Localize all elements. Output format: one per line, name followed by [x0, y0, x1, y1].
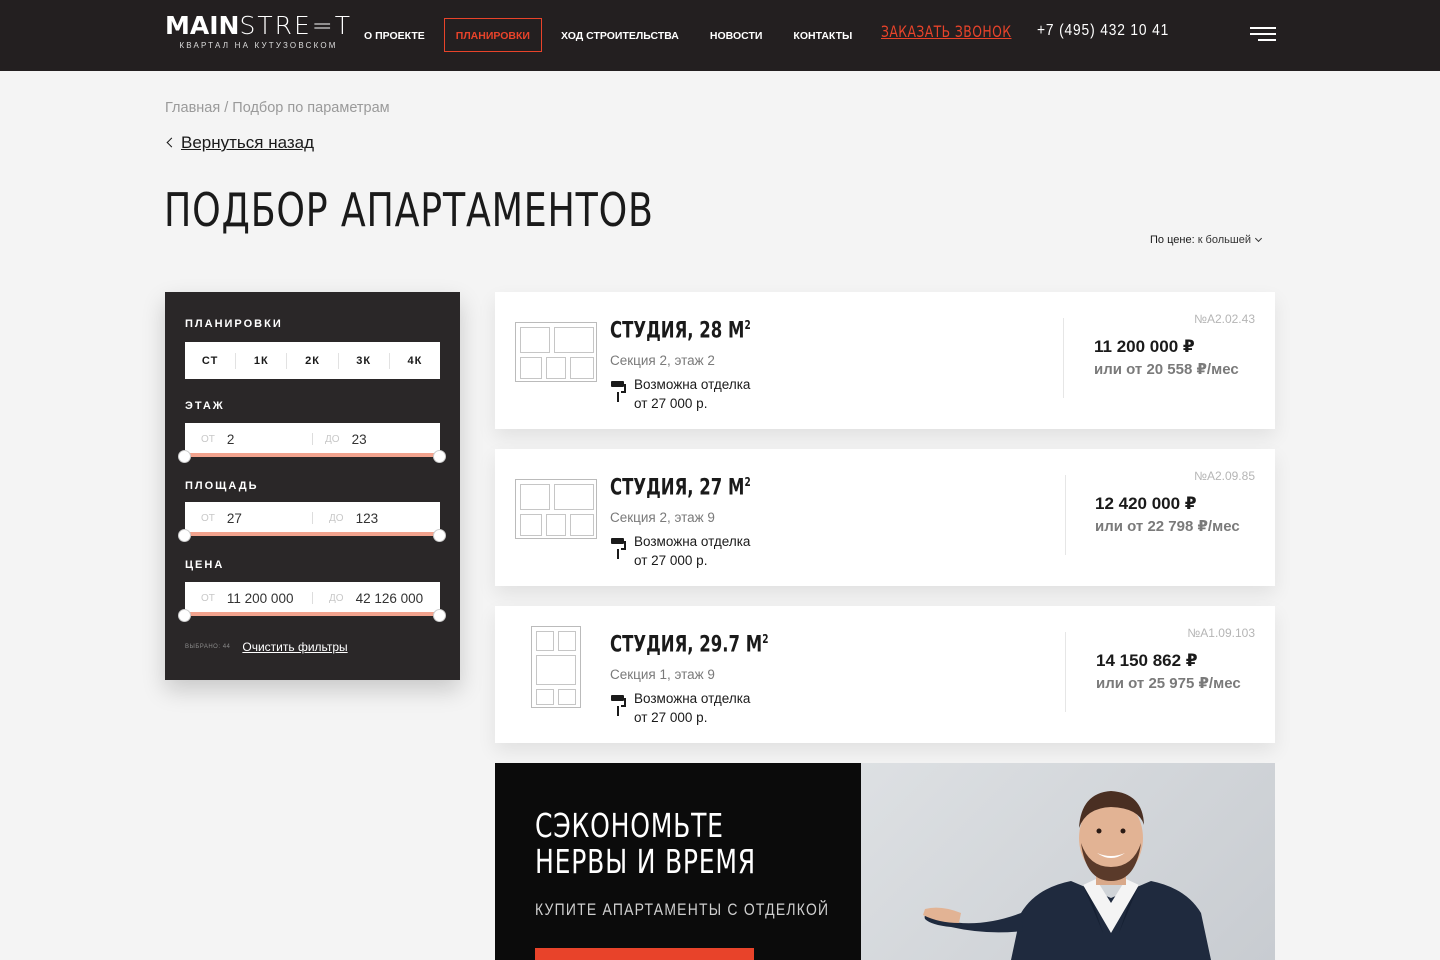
promo-cta-button[interactable] — [535, 948, 754, 960]
floor-slider-max-handle[interactable] — [433, 450, 446, 463]
apartment-code: №А2.09.85 — [1194, 469, 1255, 483]
selected-count: ВЫБРАНО: 44 — [185, 644, 231, 650]
type-selector: СТ 1К 2К 3К 4К — [185, 342, 440, 379]
site-header: MAINSTRE=T КВАРТАЛ НА КУТУЗОВСКОМ О ПРОЕ… — [0, 0, 1440, 71]
card-mortgage: или от 22 798 ₽/мес — [1095, 518, 1240, 535]
callback-link[interactable]: ЗАКАЗАТЬ ЗВОНОК — [881, 22, 1012, 41]
divider — [1065, 475, 1066, 555]
filter-panel: ПЛАНИРОВКИ СТ 1К 2К 3К 4К ЭТАЖ ОТ 2 ДО 23 … — [165, 292, 460, 680]
promo-subtitle: КУПИТЕ АПАРТАМЕНТЫ С ОТДЕЛКОЙ — [535, 900, 830, 919]
nav-item-layouts[interactable]: ПЛАНИРОВКИ — [443, 18, 542, 52]
apartment-card[interactable]: СТУДИЯ, 29.7 М2 Секция 1, этаж 9 Возможн… — [495, 606, 1275, 743]
type-button-1k[interactable]: 1К — [236, 352, 288, 369]
phone-number[interactable]: +7 (495) 432 10 41 — [1037, 22, 1169, 40]
price-label: ЦЕНА — [185, 559, 225, 571]
nav-item-contacts[interactable]: КОНТАКТЫ — [781, 18, 864, 52]
price-slider-max-handle[interactable] — [433, 609, 446, 622]
divider — [1063, 318, 1064, 398]
area-slider-min-handle[interactable] — [178, 529, 191, 542]
area-range: ОТ 27 ДО 123 — [178, 502, 446, 542]
paint-roller-icon — [610, 381, 628, 407]
logo[interactable]: MAINSTRE=T КВАРТАЛ НА КУТУЗОВСКОМ — [165, 11, 352, 51]
nav-item-construction[interactable]: ХОД СТРОИТЕЛЬСТВА — [549, 18, 691, 52]
filter-types-label: ПЛАНИРОВКИ — [185, 318, 283, 330]
sort-dropdown[interactable]: По цене: к большей — [1150, 234, 1263, 246]
card-price: 14 150 862 ₽ — [1096, 651, 1198, 670]
clear-filters-link[interactable]: Очистить фильтры — [242, 640, 347, 654]
floor-label: ЭТАЖ — [185, 400, 225, 412]
nav-item-about[interactable]: О ПРОЕКТЕ — [352, 18, 437, 52]
type-button-studio[interactable]: СТ — [185, 352, 237, 369]
card-section-floor: Секция 1, этаж 9 — [610, 667, 715, 682]
chevron-left-icon — [166, 137, 177, 148]
type-button-2k[interactable]: 2К — [287, 352, 339, 369]
area-slider-max-handle[interactable] — [433, 529, 446, 542]
burger-menu-icon[interactable] — [1250, 27, 1276, 43]
card-title: СТУДИЯ, 28 М2 — [610, 318, 751, 344]
back-link[interactable]: Вернуться назад — [166, 133, 315, 153]
card-section-floor: Секция 2, этаж 9 — [610, 510, 715, 525]
price-range: ОТ 11 200 000 ДО 42 126 000 — [178, 582, 446, 622]
page-title: ПОДБОР АПАРТАМЕНТОВ — [164, 183, 654, 237]
promo-photo — [861, 763, 1275, 960]
breadcrumb[interactable]: Главная / Подбор по параметрам — [165, 100, 390, 116]
floor-plan-thumbnail — [531, 626, 581, 708]
type-button-3k[interactable]: 3К — [339, 352, 390, 369]
divider — [1065, 632, 1066, 712]
card-price: 11 200 000 ₽ — [1094, 337, 1195, 356]
promo-title: СЭКОНОМЬТЕ НЕРВЫ И ВРЕМЯ — [535, 806, 756, 881]
card-section-floor: Секция 2, этаж 2 — [610, 353, 715, 368]
paint-roller-icon — [610, 695, 628, 721]
floor-to-field[interactable]: ДО 23 — [325, 423, 367, 455]
price-slider-track[interactable] — [185, 612, 440, 616]
floor-slider-min-handle[interactable] — [178, 450, 191, 463]
apartment-code: №А2.02.43 — [1194, 312, 1255, 326]
area-slider-track[interactable] — [185, 532, 440, 536]
floor-from-field[interactable]: ОТ 2 — [201, 423, 234, 455]
card-mortgage: или от 20 558 ₽/мес — [1094, 361, 1239, 378]
price-slider-min-handle[interactable] — [178, 609, 191, 622]
main-nav: О ПРОЕКТЕ ПЛАНИРОВКИ ХОД СТРОИТЕЛЬСТВА Н… — [352, 18, 871, 52]
price-to-field[interactable]: ДО 42 126 000 — [329, 582, 423, 614]
floor-range: ОТ 2 ДО 23 — [178, 423, 446, 463]
promo-banner: СЭКОНОМЬТЕ НЕРВЫ И ВРЕМЯ КУПИТЕ АПАРТАМЕН… — [495, 763, 1275, 960]
back-link-label: Вернуться назад — [181, 133, 315, 152]
logo-tagline: КВАРТАЛ НА КУТУЗОВСКОМ — [179, 41, 338, 50]
paint-roller-icon — [610, 538, 628, 564]
apartment-code: №А1.09.103 — [1187, 626, 1255, 640]
area-to-field[interactable]: ДО 123 — [329, 502, 378, 534]
area-label: ПЛОЩАДЬ — [185, 480, 259, 492]
card-title: СТУДИЯ, 27 М2 — [610, 475, 751, 501]
smiling-man-image — [923, 791, 1211, 960]
promo-text-panel: СЭКОНОМЬТЕ НЕРВЫ И ВРЕМЯ КУПИТЕ АПАРТАМЕН… — [495, 763, 861, 960]
card-price: 12 420 000 ₽ — [1095, 494, 1197, 513]
sort-label: По цене: — [1150, 234, 1195, 246]
filter-footer: ВЫБРАНО: 44 Очистить фильтры — [185, 640, 348, 654]
finish-option: Возможна отделка от 27 000 р. — [610, 376, 750, 413]
card-mortgage: или от 25 975 ₽/мес — [1096, 675, 1241, 692]
floor-slider-track[interactable] — [185, 453, 440, 457]
finish-option: Возможна отделка от 27 000 р. — [610, 533, 750, 570]
finish-option: Возможна отделка от 27 000 р. — [610, 690, 750, 727]
price-from-field[interactable]: ОТ 11 200 000 — [201, 582, 293, 614]
type-button-4k[interactable]: 4К — [390, 353, 440, 369]
nav-item-news[interactable]: НОВОСТИ — [698, 18, 775, 52]
floor-plan-thumbnail — [515, 322, 597, 382]
card-title: СТУДИЯ, 29.7 М2 — [610, 632, 769, 658]
apartment-card[interactable]: СТУДИЯ, 28 М2 Секция 2, этаж 2 Возможна … — [495, 292, 1275, 429]
sort-value: к большей — [1197, 234, 1251, 246]
apartment-card[interactable]: СТУДИЯ, 27 М2 Секция 2, этаж 9 Возможна … — [495, 449, 1275, 586]
floor-plan-thumbnail — [515, 479, 597, 539]
area-from-field[interactable]: ОТ 27 — [201, 502, 242, 534]
chevron-down-icon — [1254, 234, 1263, 243]
logo-wordmark: MAINSTRE=T — [165, 11, 352, 40]
